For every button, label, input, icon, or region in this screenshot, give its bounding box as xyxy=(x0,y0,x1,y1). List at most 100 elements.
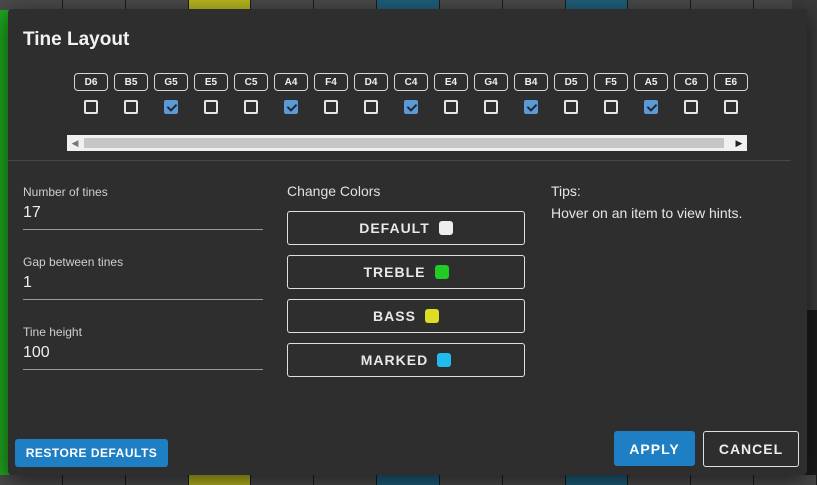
tine-marked-checkbox[interactable] xyxy=(364,100,378,114)
tine-label[interactable]: B4 xyxy=(514,73,548,91)
background-cell xyxy=(314,475,377,485)
tine-label[interactable]: E4 xyxy=(434,73,468,91)
number-of-tines-field[interactable]: Number of tines 17 xyxy=(23,185,263,230)
tine-label[interactable]: C6 xyxy=(674,73,708,91)
background-cell xyxy=(502,475,565,485)
tine-layout-dialog: Tine Layout D6 B5 G5 E5 C5 A4 F4 D4 C4 E4 G4 B4 D5 F5… xyxy=(8,9,807,475)
tine-marked-checkbox[interactable] xyxy=(84,100,98,114)
tine-row: D6 B5 G5 E5 C5 A4 F4 D4 C4 E4 G4 B4 D5 F5 A5 C6 E6 xyxy=(71,73,751,114)
tine-label[interactable]: C5 xyxy=(234,73,268,91)
apply-button[interactable]: APPLY xyxy=(614,431,695,466)
tine-marked-checkbox[interactable] xyxy=(444,100,458,114)
background-bottom-strip xyxy=(0,475,817,485)
tine-label[interactable]: D4 xyxy=(354,73,388,91)
tine-label[interactable]: D5 xyxy=(554,73,588,91)
tine-label[interactable]: D6 xyxy=(74,73,108,91)
tine-marked-checkbox[interactable] xyxy=(204,100,218,114)
scroll-thumb[interactable] xyxy=(84,138,724,148)
number-of-tines-input[interactable]: 17 xyxy=(23,204,263,230)
treble-color-label: TREBLE xyxy=(363,264,426,280)
background-cell xyxy=(0,475,62,485)
tine-height-label: Tine height xyxy=(23,325,82,339)
tine-column: G5 xyxy=(151,73,191,114)
tine-column: G4 xyxy=(471,73,511,114)
tine-label[interactable]: E6 xyxy=(714,73,748,91)
treble-swatch-icon xyxy=(434,265,449,279)
tine-label[interactable]: G4 xyxy=(474,73,508,91)
tine-column: D6 xyxy=(71,73,111,114)
tine-column: E5 xyxy=(191,73,231,114)
tine-label[interactable]: E5 xyxy=(194,73,228,91)
gap-between-tines-field[interactable]: Gap between tines 1 xyxy=(23,255,263,300)
default-swatch-icon xyxy=(438,221,453,235)
tine-column: C6 xyxy=(671,73,711,114)
tine-marked-checkbox[interactable] xyxy=(564,100,578,114)
tine-column: F4 xyxy=(311,73,351,114)
tine-label[interactable]: F5 xyxy=(594,73,628,91)
tine-column: E4 xyxy=(431,73,471,114)
tine-column: C5 xyxy=(231,73,271,114)
tine-height-field[interactable]: Tine height 100 xyxy=(23,325,263,370)
default-color-button[interactable]: DEFAULT xyxy=(287,211,525,245)
background-cell xyxy=(439,475,502,485)
marked-swatch-icon xyxy=(437,353,452,367)
tine-label[interactable]: F4 xyxy=(314,73,348,91)
background-cell xyxy=(377,475,439,485)
scroll-left-icon[interactable]: ◀ xyxy=(67,135,83,151)
dialog-title: Tine Layout xyxy=(23,29,130,50)
tine-marked-checkbox[interactable] xyxy=(524,100,538,114)
background-cell xyxy=(565,475,628,485)
tine-marked-checkbox[interactable] xyxy=(684,100,698,114)
background-cell xyxy=(691,475,754,485)
marked-color-button[interactable]: MARKED xyxy=(287,343,525,377)
tine-column: B5 xyxy=(111,73,151,114)
bass-color-label: BASS xyxy=(373,308,416,324)
tine-marked-checkbox[interactable] xyxy=(604,100,618,114)
tine-marked-checkbox[interactable] xyxy=(644,100,658,114)
background-cell xyxy=(188,475,251,485)
number-of-tines-label: Number of tines xyxy=(23,185,108,199)
tine-marked-checkbox[interactable] xyxy=(484,100,498,114)
background-cell xyxy=(628,475,691,485)
tine-marked-checkbox[interactable] xyxy=(324,100,338,114)
change-colors-title: Change Colors xyxy=(287,183,381,199)
background-cell xyxy=(125,475,188,485)
background-cell xyxy=(754,475,816,485)
bass-color-button[interactable]: BASS xyxy=(287,299,525,333)
restore-defaults-button[interactable]: RESTORE DEFAULTS xyxy=(15,439,168,467)
tips-text: Hover on an item to view hints. xyxy=(551,205,743,221)
tips-title: Tips: xyxy=(551,183,581,199)
tine-marked-checkbox[interactable] xyxy=(404,100,418,114)
tine-column: A5 xyxy=(631,73,671,114)
gap-between-tines-input[interactable]: 1 xyxy=(23,274,263,300)
background-cell xyxy=(251,475,314,485)
tine-marked-checkbox[interactable] xyxy=(164,100,178,114)
tine-column: F5 xyxy=(591,73,631,114)
tine-height-input[interactable]: 100 xyxy=(23,344,263,370)
tine-label[interactable]: B5 xyxy=(114,73,148,91)
tine-label[interactable]: C4 xyxy=(394,73,428,91)
tine-column: D4 xyxy=(351,73,391,114)
tine-marked-checkbox[interactable] xyxy=(124,100,138,114)
gap-between-tines-label: Gap between tines xyxy=(23,255,124,269)
tine-label[interactable]: A4 xyxy=(274,73,308,91)
horizontal-scrollbar[interactable]: ◀ ▶ xyxy=(67,135,747,151)
marked-color-label: MARKED xyxy=(360,352,429,368)
tine-label[interactable]: A5 xyxy=(634,73,668,91)
background-cell xyxy=(62,475,125,485)
tine-label[interactable]: G5 xyxy=(154,73,188,91)
tine-marked-checkbox[interactable] xyxy=(284,100,298,114)
tine-column: A4 xyxy=(271,73,311,114)
divider xyxy=(8,160,791,161)
scroll-right-icon[interactable]: ▶ xyxy=(731,135,747,151)
tine-column: E6 xyxy=(711,73,751,114)
bass-swatch-icon xyxy=(424,309,439,323)
tine-marked-checkbox[interactable] xyxy=(724,100,738,114)
treble-color-button[interactable]: TREBLE xyxy=(287,255,525,289)
tine-column: B4 xyxy=(511,73,551,114)
cancel-button[interactable]: CANCEL xyxy=(703,431,799,467)
default-color-label: DEFAULT xyxy=(359,220,430,236)
tine-column: C4 xyxy=(391,73,431,114)
tine-column: D5 xyxy=(551,73,591,114)
tine-marked-checkbox[interactable] xyxy=(244,100,258,114)
